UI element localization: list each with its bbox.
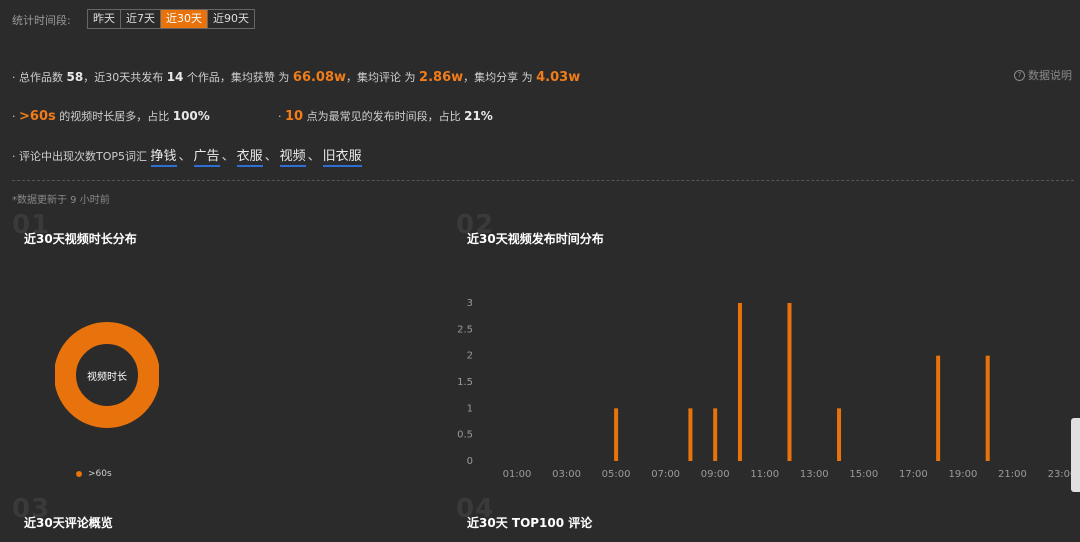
period-label: 统计时间段: [12,14,71,27]
publish-hour-pct: 21% [464,109,493,123]
donut-center-label: 视频时长 [87,372,127,383]
summary-line-works: · 总作品数 58，近30天共发布 14 个作品，集均获赞 为 66.08w，集… [12,69,580,85]
x-tick-label: 01:00 [503,469,532,480]
period-option[interactable]: 昨天 [88,10,120,28]
summary-line-keywords: · 评论中出现次数TOP5词汇 挣钱、广告、衣服、视频、旧衣服 [12,145,362,167]
y-tick-label: 3 [467,298,473,309]
y-tick-label: 1.5 [457,377,473,388]
summary-line-publish-time: · 10 点为最常见的发布时间段，占比 21% [278,108,493,124]
summary-line-duration: · >60s 的视频时长居多，占比 100% [12,108,210,124]
comments-label: ，集均评论 为 [346,71,416,84]
keyword-link[interactable]: 广告 [193,145,220,167]
summary-prefix: · 总作品数 [12,71,63,84]
period-selector: 昨天 近7天 近30天 近90天 [87,9,255,29]
x-tick-label: 05:00 [602,469,631,480]
shares-label: ，集均分享 为 [463,71,533,84]
period-option[interactable]: 近30天 [160,10,207,28]
y-tick-label: 2.5 [457,324,473,335]
summary-text: 个作品， [186,71,231,84]
bar-12:00[interactable] [787,303,792,461]
period-option[interactable]: 近90天 [207,10,254,28]
bar-05:00[interactable] [614,408,619,461]
keyword-separator: 、 [221,149,235,164]
summary-prefix: · [12,110,16,123]
keyword-link[interactable]: 旧衣服 [322,145,362,167]
x-tick-label: 09:00 [701,469,730,480]
question-icon: ? [1014,69,1025,81]
likes-label: 集均获赞 为 [230,71,290,84]
x-tick-label: 03:00 [552,469,581,480]
keyword-link[interactable]: 挣钱 [150,145,177,167]
x-tick-label: 19:00 [948,469,977,480]
bar-18:00[interactable] [936,355,941,461]
y-tick-label: 1 [467,403,473,414]
comments-value: 2.86w [419,70,464,85]
summary-text: 的视频时长居多，占比 [59,110,170,123]
section-title-duration: 近30天视频时长分布 [24,232,137,246]
keyword-separator: 、 [178,149,192,164]
x-tick-label: 17:00 [899,469,928,480]
section-title-comments: 近30天评论概览 [24,516,113,530]
x-tick-label: 15:00 [849,469,878,480]
summary-text: 点为最常见的发布时间段，占比 [306,110,461,123]
x-tick-label: 13:00 [800,469,829,480]
section-divider [12,180,1074,181]
summary-text: ，近30天共发布 [83,71,164,84]
x-tick-label: 11:00 [750,469,779,480]
publish-hour-value: 10 [285,109,304,124]
shares-value: 4.03w [536,70,581,85]
donut-legend[interactable]: >60s [76,469,112,479]
y-tick-label: 2 [467,351,473,362]
keyword-link[interactable]: 衣服 [236,145,263,167]
duration-pct: 100% [172,109,210,123]
keyword-link[interactable]: 视频 [279,145,306,167]
bar-20:00[interactable] [985,355,990,461]
x-tick-label: 21:00 [998,469,1027,480]
update-note: *数据更新于 9 小时前 [12,195,110,206]
legend-label: >60s [88,469,112,479]
section-title-top-comments: 近30天 TOP100 评论 [467,516,593,530]
publish-time-bar-chart: 0 0.5 1 1.5 2 2.5 3 01:00 03:00 05:00 07:00 09:00 11… [457,298,1076,480]
side-scroll-handle[interactable] [1071,418,1080,492]
legend-swatch [76,471,82,477]
bar-10:00[interactable] [737,303,742,461]
keyword-separator: 、 [307,149,321,164]
published-count-value: 14 [166,70,184,84]
period-option[interactable]: 近7天 [120,10,160,28]
y-tick-label: 0.5 [457,430,473,441]
x-tick-label: 07:00 [651,469,680,480]
bar-08:00[interactable] [688,408,693,461]
likes-value: 66.08w [292,70,347,85]
bar-14:00[interactable] [837,408,842,461]
keyword-list: 挣钱、广告、衣服、视频、旧衣服 [150,145,362,167]
data-help-label: 数据说明 [1028,69,1072,82]
keyword-separator: 、 [264,149,278,164]
summary-prefix: · [278,110,282,123]
section-title-publish-time: 近30天视频发布时间分布 [467,232,604,246]
data-help-link[interactable]: ? 数据说明 [1014,67,1072,83]
y-tick-label: 0 [467,456,473,467]
summary-prefix: · 评论中出现次数TOP5词汇 [12,150,148,163]
bar-09:00[interactable] [713,408,718,461]
duration-value: >60s [19,109,56,124]
total-works-value: 58 [66,70,84,84]
